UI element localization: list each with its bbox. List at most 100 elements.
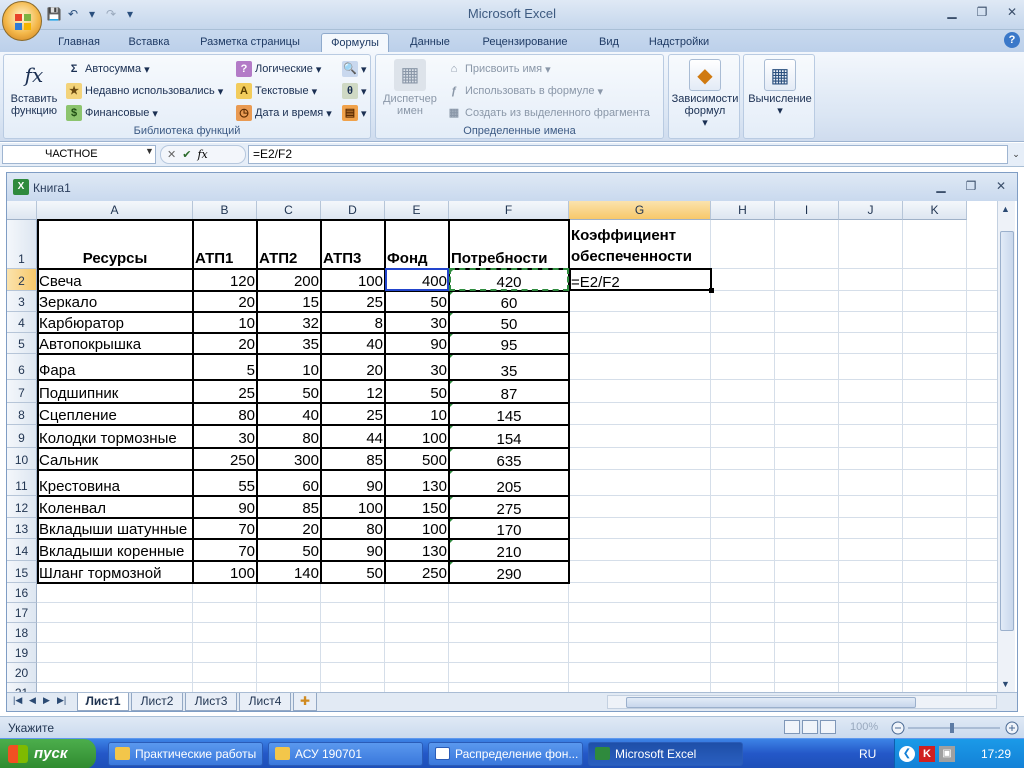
datetime-button[interactable]: ◷ Дата и время ▾ [236,105,332,121]
row-header-2[interactable]: 2 [7,269,37,291]
row-header-3[interactable]: 3 [7,291,37,312]
sheet-tab-1[interactable]: Лист1 [77,693,129,711]
sheet-tab-4[interactable]: Лист4 [239,693,291,711]
cell-e13[interactable]: 100 [385,518,449,539]
cell-d5[interactable]: 40 [321,333,385,354]
spreadsheet-grid[interactable]: A B C D E F G H I J K 1 2 3 4 5 6 7 8 9 10 11 12 13 14 15 16 17 18 19… [7,201,997,692]
cell-d14[interactable]: 90 [321,539,385,561]
cell-c3[interactable]: 15 [257,291,321,312]
header-cell-g-line2[interactable]: обеспеченности [569,244,731,267]
cell-b15[interactable]: 100 [193,561,257,583]
office-button[interactable] [2,1,42,41]
cell-f7[interactable]: 87 [449,380,569,403]
language-indicator[interactable]: RU [859,747,876,761]
cell-d7[interactable]: 12 [321,380,385,403]
row-header-11[interactable]: 11 [7,470,37,496]
cell-f15[interactable]: 290 [449,561,569,583]
tab-review[interactable]: Рецензирование [470,33,580,52]
row-header-21[interactable]: 21 [7,683,37,692]
cell-f8[interactable]: 145 [449,403,569,425]
cell-b4[interactable]: 10 [193,312,257,333]
create-from-selection-button[interactable]: ▦ Создать из выделенного фрагмента [446,105,650,121]
cell-c4[interactable]: 32 [257,312,321,333]
name-box[interactable]: ЧАСТНОЕ [2,145,156,164]
cell-a3[interactable]: Зеркало [37,291,193,312]
row-header-1[interactable]: 1 [7,220,37,269]
insert-function-icon[interactable]: fx [197,148,207,161]
cell-d2[interactable]: 100 [321,269,385,291]
cell-e4[interactable]: 30 [385,312,449,333]
wb-close-icon[interactable]: ✕ [993,179,1009,193]
row-header-7[interactable]: 7 [7,380,37,403]
insert-function-button[interactable]: fx Вставить функцию [6,59,62,117]
row-header-15[interactable]: 15 [7,561,37,583]
network-icon[interactable]: ▣ [939,746,955,762]
cell-a4[interactable]: Карбюратор [37,312,193,333]
cell-a8[interactable]: Сцепление [37,403,193,425]
text-button[interactable]: A Текстовые ▾ [236,83,317,99]
horizontal-scrollbar[interactable] [607,695,997,709]
cell-e7[interactable]: 50 [385,380,449,403]
cell-e5[interactable]: 90 [385,333,449,354]
logical-button[interactable]: ? Логические ▾ [236,61,321,77]
formula-auditing-button[interactable]: ◆ Зависимости формул ▾ [669,59,741,129]
zoom-slider[interactable] [890,720,1020,736]
scroll-up-icon[interactable]: ▲ [1001,204,1010,214]
math-button[interactable]: θ ▾ [342,83,367,99]
vertical-scroll-thumb[interactable] [1000,231,1014,631]
cell-d10[interactable]: 85 [321,448,385,470]
cell-c11[interactable]: 60 [257,470,321,496]
name-box-dropdown-icon[interactable]: ▼ [145,146,154,156]
name-manager-button[interactable]: ▦ Диспетчер имен [378,59,442,117]
row-header-18[interactable]: 18 [7,623,37,643]
cell-b11[interactable]: 55 [193,470,257,496]
first-sheet-icon[interactable]: |◀ [13,695,22,706]
cell-d12[interactable]: 100 [321,496,385,518]
tab-addins[interactable]: Надстройки [638,33,720,52]
cell-d11[interactable]: 90 [321,470,385,496]
wb-minimize-icon[interactable]: ▁ [933,179,949,193]
financial-button[interactable]: $ Финансовые ▾ [66,105,158,121]
cell-b7[interactable]: 25 [193,380,257,403]
vertical-scrollbar[interactable]: ▲ ▼ [997,201,1015,692]
cell-b13[interactable]: 70 [193,518,257,539]
next-sheet-icon[interactable]: ▶ [43,695,50,706]
row-header-19[interactable]: 19 [7,643,37,663]
cell-e12[interactable]: 150 [385,496,449,518]
cell-b12[interactable]: 90 [193,496,257,518]
cell-a7[interactable]: Подшипник [37,380,193,403]
cell-a5[interactable]: Автопокрышка [37,333,193,354]
header-cell-g-line1[interactable]: Коэффициент [569,222,731,244]
close-icon[interactable]: ✕ [1004,5,1020,19]
row-header-8[interactable]: 8 [7,403,37,425]
cell-c7[interactable]: 50 [257,380,321,403]
column-header-b[interactable]: B [193,201,257,220]
cell-b10[interactable]: 250 [193,448,257,470]
cell-d6[interactable]: 20 [321,354,385,380]
wb-restore-icon[interactable]: ❐ [963,179,979,193]
cell-b6[interactable]: 5 [193,354,257,380]
formula-input[interactable]: =E2/F2 [248,145,1008,164]
cell-f12[interactable]: 275 [449,496,569,518]
row-header-17[interactable]: 17 [7,603,37,623]
normal-view-icon[interactable] [784,720,800,734]
cell-b3[interactable]: 20 [193,291,257,312]
cell-c13[interactable]: 20 [257,518,321,539]
cell-a15[interactable]: Шланг тормозной [37,561,193,583]
column-header-k[interactable]: K [903,201,967,220]
cell-f11[interactable]: 205 [449,470,569,496]
tab-insert[interactable]: Вставка [118,33,180,52]
cell-e15[interactable]: 250 [385,561,449,583]
page-layout-view-icon[interactable] [802,720,818,734]
row-header-10[interactable]: 10 [7,448,37,470]
cell-a13[interactable]: Вкладыши шатунные [37,518,193,539]
antivirus-icon[interactable]: K [919,746,935,762]
taskbar-item-folder-asu[interactable]: АСУ 190701 [268,742,423,766]
cell-d3[interactable]: 25 [321,291,385,312]
cell-b9[interactable]: 30 [193,425,257,448]
header-cell-e[interactable]: Фонд [385,220,449,269]
cell-f9[interactable]: 154 [449,425,569,448]
help-icon[interactable]: ? [1004,32,1020,48]
cell-c8[interactable]: 40 [257,403,321,425]
row-header-20[interactable]: 20 [7,663,37,683]
